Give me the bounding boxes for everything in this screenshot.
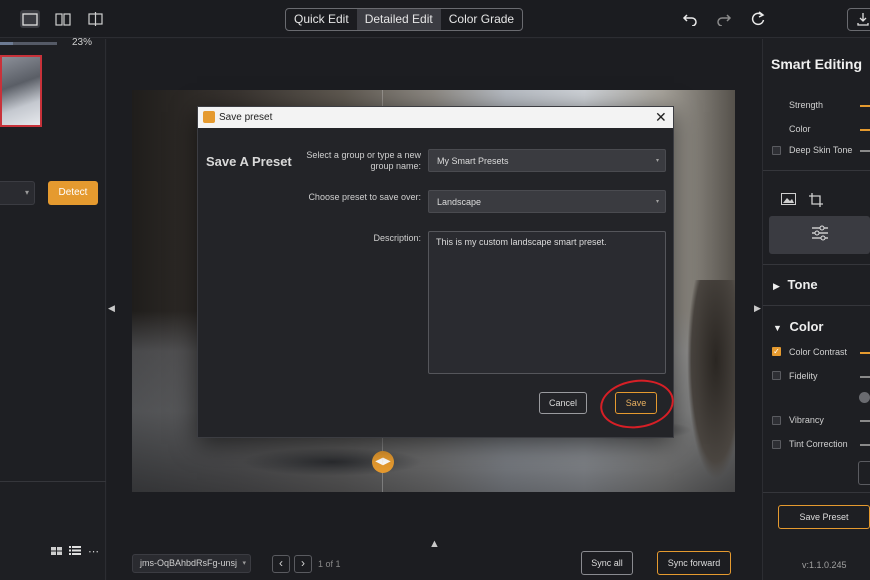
detect-button[interactable]: Detect (48, 181, 98, 205)
color-section-header[interactable]: ▼ Color (773, 319, 824, 334)
export-icon (856, 12, 870, 29)
fidelity-checkbox[interactable] (772, 371, 781, 380)
expand-filmstrip-arrow-icon[interactable]: ▲ (429, 538, 440, 550)
left-panel-view-toggles-bottom: ⋯ (51, 544, 99, 558)
undo-icon[interactable] (681, 10, 699, 28)
tone-section-label: Tone (787, 277, 818, 292)
group-name-label: Select a group or type a new group name: (306, 150, 421, 172)
reset-icon[interactable] (749, 10, 767, 28)
preset-value: Landscape (437, 197, 482, 207)
chevron-down-icon: ▼ (773, 323, 782, 333)
preset-select[interactable]: Landscape ▾ (428, 190, 666, 213)
strength-slider[interactable] (860, 105, 870, 107)
right-panel (762, 39, 870, 580)
sync-forward-button[interactable]: Sync forward (657, 551, 731, 575)
fidelity-label: Fidelity (789, 371, 818, 381)
left-panel-divider (0, 481, 106, 482)
tab-color-grade[interactable]: Color Grade (441, 9, 522, 30)
color-contrast-slider[interactable] (860, 352, 870, 354)
page-indicator: 1 of 1 (318, 559, 341, 569)
progress-percent: 23% (72, 37, 93, 48)
top-toolbar: Quick Edit Detailed Edit Color Grade (0, 0, 870, 38)
adjustments-tab[interactable] (769, 216, 870, 254)
tint-correction-slider[interactable] (860, 444, 870, 446)
right-panel-divider (763, 170, 870, 171)
tone-section-header[interactable]: ▶ Tone (773, 277, 818, 292)
description-label: Description: (373, 233, 421, 243)
image-thumbnail[interactable] (0, 55, 42, 127)
fidelity-slider[interactable] (860, 376, 870, 378)
vibrancy-label: Vibrancy (789, 415, 824, 425)
smart-editing-title: Smart Editing (771, 56, 863, 72)
chevron-down-icon: ▾ (655, 158, 659, 164)
crop-icon[interactable] (809, 193, 823, 210)
tab-detailed-edit[interactable]: Detailed Edit (356, 9, 441, 30)
preset-label: Choose preset to save over: (308, 192, 421, 202)
group-name-label-line1: Select a group or type a new (306, 150, 421, 160)
compare-split-handle[interactable]: ◀▶ (372, 451, 394, 473)
right-panel-divider (763, 492, 870, 493)
redo-icon[interactable] (715, 10, 733, 28)
file-select-value: jms-OqBAhbdRsFg-unsj (140, 558, 238, 568)
close-icon[interactable]: ✕ (655, 109, 667, 125)
more-options-icon[interactable]: ⋯ (88, 545, 99, 558)
chevron-right-icon: ▶ (773, 281, 780, 291)
color-section-label: Color (789, 319, 824, 334)
tint-correction-checkbox[interactable] (772, 440, 781, 449)
right-panel-divider (763, 264, 870, 265)
right-panel-divider (763, 305, 870, 306)
single-view-icon[interactable] (20, 10, 40, 28)
collapse-left-arrow-icon[interactable]: ◀ (108, 303, 115, 314)
group-name-select[interactable]: My Smart Presets ▾ (428, 149, 666, 172)
version-label: v:1.1.0.245 (802, 560, 847, 570)
save-preset-button[interactable]: Save Preset (778, 505, 870, 529)
group-name-label-line2: group name: (370, 161, 421, 171)
group-name-value: My Smart Presets (437, 156, 509, 166)
description-input[interactable]: This is my custom landscape smart preset… (428, 231, 666, 374)
left-dropdown[interactable]: ▾ (0, 181, 35, 205)
list-view-icon[interactable] (69, 544, 81, 558)
crop-view-icon[interactable] (85, 10, 105, 28)
deep-skin-tone-slider[interactable] (860, 150, 870, 152)
dialog-heading: Save A Preset (206, 154, 292, 169)
next-page-button[interactable]: › (294, 555, 312, 573)
tab-quick-edit[interactable]: Quick Edit (286, 9, 357, 30)
tint-correction-label: Tint Correction (789, 439, 848, 449)
save-button[interactable]: Save (615, 392, 657, 414)
vibrancy-slider[interactable] (860, 420, 870, 422)
edit-mode-tabs: Quick Edit Detailed Edit Color Grade (285, 8, 524, 31)
color-contrast-checkbox[interactable]: ✓ (772, 347, 781, 356)
compare-view-icon[interactable] (53, 10, 73, 28)
color-contrast-label: Color Contrast (789, 347, 848, 357)
truncated-control[interactable] (858, 461, 870, 485)
image-icon[interactable] (781, 193, 796, 208)
chevron-down-icon: ▾ (655, 199, 659, 205)
sliders-icon (811, 225, 829, 245)
photo-rocks (687, 280, 735, 480)
prev-page-button[interactable]: ‹ (272, 555, 290, 573)
slider-knob[interactable] (859, 392, 870, 403)
app-icon (203, 111, 215, 123)
color-label: Color (789, 124, 811, 134)
color-slider[interactable] (860, 129, 870, 131)
vibrancy-checkbox[interactable] (772, 416, 781, 425)
strength-label: Strength (789, 100, 824, 110)
progress-bar (0, 42, 57, 45)
collapse-right-arrow-icon[interactable]: ▶ (754, 303, 761, 314)
deep-skin-tone-checkbox[interactable] (772, 146, 781, 155)
dialog-titlebar: Save preset ✕ (198, 107, 673, 128)
cancel-button[interactable]: Cancel (539, 392, 587, 414)
deep-skin-tone-label: Deep Skin Tone (789, 145, 853, 155)
grid-view-icon[interactable] (51, 544, 62, 558)
dialog-title: Save preset (219, 112, 273, 123)
file-select[interactable]: jms-OqBAhbdRsFg-unsj ▾ (132, 554, 251, 573)
sync-all-button[interactable]: Sync all (581, 551, 633, 575)
export-button[interactable] (847, 8, 870, 31)
chevron-down-icon: ▾ (242, 560, 246, 567)
save-preset-dialog: Save preset ✕ Save A Preset Select a gro… (197, 106, 674, 438)
